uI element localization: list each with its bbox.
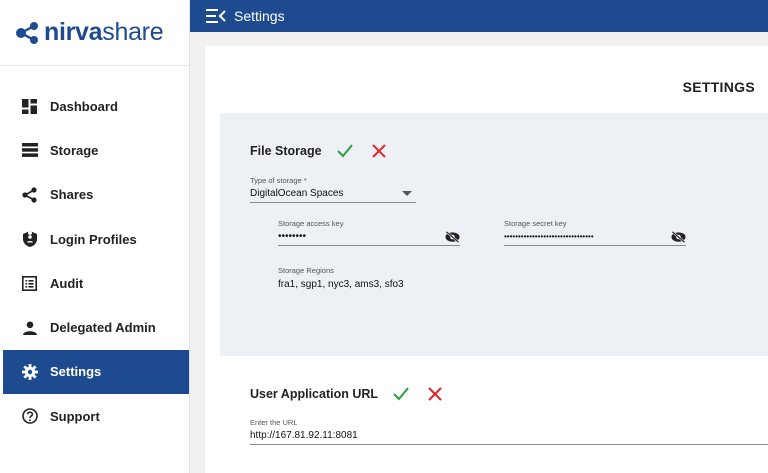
cancel-x-icon[interactable] [426, 385, 444, 403]
eye-off-icon[interactable] [445, 230, 460, 243]
storage-type-select[interactable]: Type of storage * DigitalOcean Spaces [250, 176, 416, 203]
sidebar-item-label: Shares [50, 187, 94, 203]
storage-regions-label: Storage Regions [278, 266, 334, 275]
user-app-url-title: User Application URL [250, 387, 379, 401]
page-title: SETTINGS [682, 79, 755, 95]
sidebar-item-label: Support [50, 408, 100, 424]
storage-regions-field[interactable]: Storage Regions fra1, sgp1, nyc3, ams3, … [278, 266, 768, 293]
file-storage-header: File Storage [250, 142, 388, 160]
main-content: SETTINGS File Storage Type of storage * … [205, 46, 768, 473]
storage-access-key-field[interactable]: Storage access key •••••••• [278, 219, 460, 246]
storage-type-value: DigitalOcean Spaces [250, 188, 344, 199]
storage-secret-key-label: Storage secret key [504, 219, 567, 228]
storage-access-key-label: Storage access key [278, 219, 344, 228]
sidebar-item-label: Delegated Admin [50, 320, 156, 336]
top-bar: Settings [190, 0, 768, 32]
share-logo-icon [16, 21, 38, 44]
user-app-url-label: Enter the URL [250, 418, 298, 427]
sidebar-item-dashboard[interactable]: Dashboard [3, 84, 189, 128]
sidebar-item-label: Settings [50, 364, 102, 380]
storage-secret-key-value: •••••••••••••••••••••••••••••••• [504, 232, 594, 241]
chevron-down-icon [402, 191, 412, 196]
cancel-x-icon[interactable] [370, 142, 388, 160]
sidebar-item-shares[interactable]: Shares [3, 173, 189, 217]
shield-icon [21, 231, 38, 248]
storage-icon [21, 142, 38, 159]
confirm-check-icon[interactable] [336, 142, 354, 160]
sidebar-item-audit[interactable]: Audit [3, 261, 189, 305]
file-storage-panel: File Storage Type of storage * DigitalOc… [220, 113, 768, 356]
gear-icon [21, 363, 38, 380]
sidebar-item-label: Dashboard [50, 98, 118, 114]
user-app-url-field[interactable]: Enter the URL http://167.81.92.11:8081 [250, 418, 768, 445]
storage-secret-key-field[interactable]: Storage secret key •••••••••••••••••••••… [504, 219, 686, 246]
top-bar-title: Settings [234, 8, 285, 24]
confirm-check-icon[interactable] [392, 385, 410, 403]
storage-type-label: Type of storage * [250, 176, 307, 185]
user-app-url-header: User Application URL [250, 385, 444, 403]
storage-regions-value: fra1, sgp1, nyc3, ams3, sfo3 [278, 278, 404, 290]
sidebar-item-label: Storage [50, 142, 99, 158]
audit-list-icon [21, 275, 38, 292]
sidebar-item-settings[interactable]: Settings [3, 349, 189, 395]
file-storage-title: File Storage [250, 144, 322, 158]
sidebar-nav: Dashboard Storage Shares Login Profiles … [0, 84, 189, 438]
sidebar-item-label: Login Profiles [50, 231, 137, 247]
eye-off-icon[interactable] [671, 230, 686, 243]
brand-name: nirvashare [44, 18, 164, 46]
dashboard-icon [21, 98, 38, 115]
sidebar-item-delegated-admin[interactable]: Delegated Admin [3, 305, 189, 349]
menu-collapse-icon[interactable] [206, 9, 226, 23]
user-app-url-value: http://167.81.92.11:8081 [250, 430, 358, 441]
sidebar-item-login-profiles[interactable]: Login Profiles [3, 217, 189, 261]
sidebar-item-label: Audit [50, 275, 84, 291]
help-icon [21, 408, 38, 425]
sidebar-item-support[interactable]: Support [3, 394, 189, 438]
brand-logo[interactable]: nirvashare [0, 0, 189, 66]
storage-access-key-value: •••••••• [278, 231, 307, 242]
person-icon [21, 319, 38, 336]
sidebar: nirvashare Dashboard Storage Shares Logi… [0, 0, 190, 473]
share-icon [21, 186, 38, 203]
sidebar-item-storage[interactable]: Storage [3, 128, 189, 172]
